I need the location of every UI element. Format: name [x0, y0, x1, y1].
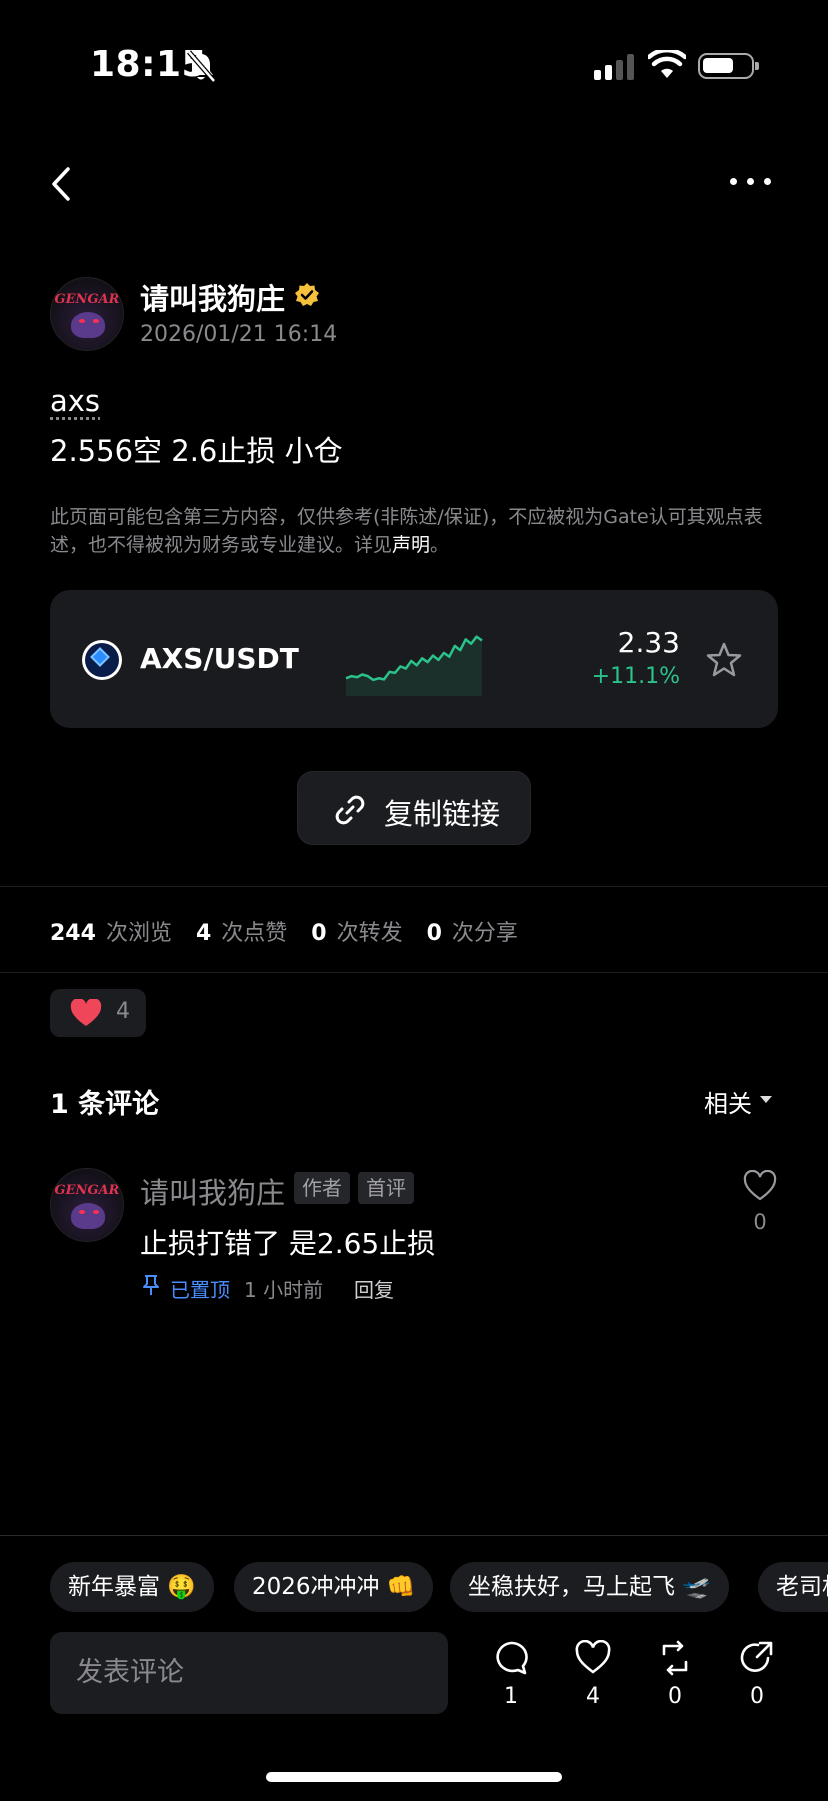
disclaimer: 此页面可能包含第三方内容，仅供参考(非陈述/保证)，不应被视为Gate认可其观点…	[50, 503, 780, 559]
comment-time: 1 小时前	[244, 1278, 324, 1302]
wifi-icon	[648, 50, 686, 78]
link-icon	[335, 795, 365, 825]
disclaimer-end: 。	[430, 534, 450, 556]
comment-icon[interactable]	[492, 1640, 530, 1676]
caret-down-icon[interactable]	[760, 1096, 772, 1103]
commenter-avatar[interactable]: GENGAR	[50, 1168, 124, 1242]
post-text: 2.556空 2.6止损 小仓	[50, 434, 343, 468]
comment-like-count: 0	[753, 1210, 767, 1234]
repost-count: 0	[668, 1684, 682, 1709]
reposts-count: 0	[311, 921, 327, 946]
pin-icon	[143, 1275, 159, 1295]
more-options-icon[interactable]	[730, 178, 771, 185]
views-label: 次浏览	[105, 921, 172, 946]
comment-count: 1	[504, 1684, 518, 1709]
signal-icon	[594, 52, 634, 80]
shares-count: 0	[426, 921, 442, 946]
favorite-star-icon[interactable]	[704, 640, 744, 680]
comment-input[interactable]: 发表评论	[50, 1632, 448, 1714]
likes-label: 次点赞	[221, 921, 288, 946]
bottom-divider	[0, 1535, 828, 1536]
first-comment-tag: 首评	[358, 1172, 414, 1204]
trading-pair: AXS/USDT	[140, 642, 299, 675]
verified-badge-icon	[295, 283, 319, 306]
avatar-logo-text: GENGAR	[54, 292, 120, 307]
quick-reply-chip[interactable]: 老司机	[758, 1562, 828, 1612]
quick-reply-chip[interactable]: 坐稳扶好，马上起飞 🛫	[450, 1562, 729, 1612]
author-avatar[interactable]: GENGAR	[50, 277, 124, 351]
avatar-logo-text: GENGAR	[54, 1183, 120, 1198]
axs-coin-icon	[82, 640, 122, 680]
reply-button[interactable]: 回复	[354, 1274, 394, 1303]
quick-reply-chip[interactable]: 2026冲冲冲 👊	[234, 1562, 434, 1612]
views-count: 244	[50, 921, 96, 946]
share-count: 0	[750, 1684, 764, 1709]
last-price: 2.33	[617, 626, 680, 659]
post-stats: 244 次浏览 4 次点赞 0 次转发 0 次分享	[50, 915, 542, 947]
likes-count: 4	[195, 921, 212, 946]
comments-title: 1 条评论	[50, 1089, 160, 1120]
bell-off-icon	[187, 50, 216, 83]
back-icon[interactable]	[48, 164, 76, 204]
reposts-label: 次转发	[336, 921, 403, 946]
comment-like-icon[interactable]	[743, 1170, 777, 1202]
author-name[interactable]: 请叫我狗庄	[140, 276, 285, 318]
post-timestamp: 2026/01/21 16:14	[140, 322, 338, 347]
comment-text: 止损打错了 是2.65止损	[140, 1227, 436, 1260]
like-count: 4	[586, 1684, 600, 1709]
price-sparkline	[345, 635, 483, 696]
author-tag: 作者	[294, 1172, 350, 1204]
price-change: +11.1%	[591, 664, 680, 689]
battery-icon	[698, 53, 759, 79]
reaction-count: 4	[116, 999, 130, 1024]
pinned-label: 已置顶	[170, 1278, 230, 1302]
comment-sort-dropdown[interactable]: 相关	[704, 1084, 752, 1119]
heart-filled-icon	[70, 999, 102, 1026]
shares-label: 次分享	[451, 921, 518, 946]
divider	[0, 886, 828, 887]
share-icon[interactable]	[738, 1640, 776, 1676]
home-indicator	[266, 1772, 562, 1782]
copy-link-label: 复制链接	[384, 797, 501, 831]
quick-reply-chip[interactable]: 新年暴富 🤑	[50, 1562, 214, 1612]
heart-icon[interactable]	[574, 1640, 612, 1676]
repost-icon[interactable]	[656, 1640, 694, 1676]
disclaimer-link[interactable]: 声明	[392, 534, 430, 556]
post-ticker-link[interactable]: axs	[50, 384, 100, 418]
commenter-name[interactable]: 请叫我狗庄	[140, 1170, 285, 1212]
divider	[0, 972, 828, 973]
